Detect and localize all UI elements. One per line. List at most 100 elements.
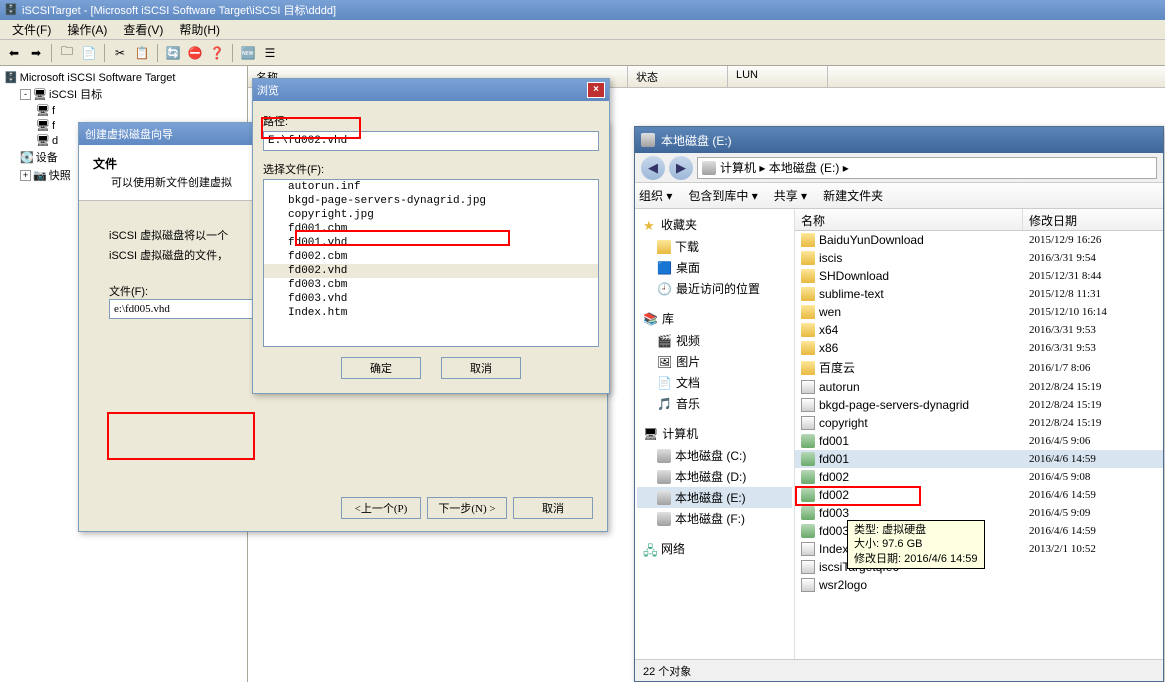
- drive-icon: [702, 161, 716, 175]
- browse-file-item[interactable]: autorun.inf: [264, 180, 598, 194]
- path-label: 路径:: [263, 113, 599, 129]
- list-icon[interactable]: ☰: [260, 43, 280, 63]
- path-input[interactable]: [263, 131, 599, 151]
- close-icon[interactable]: ×: [587, 82, 605, 98]
- nav-documents[interactable]: 📄 文档: [637, 372, 792, 393]
- nav-downloads[interactable]: 下载: [637, 236, 792, 257]
- file-row[interactable]: copyright2012/8/24 15:19: [795, 414, 1163, 432]
- nav-forward-icon[interactable]: ▶: [669, 156, 693, 180]
- col-filename[interactable]: 名称: [795, 209, 1023, 230]
- browse-dialog: 浏览 × 路径: 选择文件(F): autorun.infbkgd-page-s…: [252, 78, 610, 394]
- browse-file-item[interactable]: fd002.cbm: [264, 250, 598, 264]
- ok-button[interactable]: 确定: [341, 357, 421, 379]
- next-button[interactable]: 下一步(N) >: [427, 497, 507, 519]
- share-menu[interactable]: 共享 ▾: [774, 187, 807, 204]
- tree-target-1[interactable]: 🖥 f: [36, 103, 243, 118]
- file-row[interactable]: BaiduYunDownload2015/12/9 16:26: [795, 231, 1163, 249]
- file-row[interactable]: x642016/3/31 9:53: [795, 321, 1163, 339]
- breadcrumb: 计算机 ▸ 本地磁盘 (E:) ▸: [720, 159, 849, 176]
- nav-video[interactable]: 🎬 视频: [637, 330, 792, 351]
- nav-back-icon[interactable]: ◀: [641, 156, 665, 180]
- app-title: iSCSITarget - [Microsoft iSCSI Software …: [22, 2, 336, 18]
- explorer-files: 名称 修改日期 BaiduYunDownload2015/12/9 16:26i…: [795, 209, 1163, 659]
- nav-desktop[interactable]: 🟦 桌面: [637, 257, 792, 278]
- explorer-titlebar: 本地磁盘 (E:): [635, 127, 1163, 153]
- nav-favorites[interactable]: ★收藏夹: [637, 213, 792, 236]
- address-bar[interactable]: 计算机 ▸ 本地磁盘 (E:) ▸: [697, 157, 1157, 179]
- nav-drive-c[interactable]: 本地磁盘 (C:): [637, 445, 792, 466]
- file-list[interactable]: autorun.infbkgd-page-servers-dynagrid.jp…: [263, 179, 599, 347]
- library-menu[interactable]: 包含到库中 ▾: [688, 187, 757, 204]
- browse-file-item[interactable]: bkgd-page-servers-dynagrid.jpg: [264, 194, 598, 208]
- back-icon[interactable]: ⬅: [4, 43, 24, 63]
- explorer-window: 本地磁盘 (E:) ◀ ▶ 计算机 ▸ 本地磁盘 (E:) ▸ 组织 ▾ 包含到…: [634, 126, 1164, 682]
- stop-icon[interactable]: ⛔: [185, 43, 205, 63]
- file-row[interactable]: wen2015/12/10 16:14: [795, 303, 1163, 321]
- new-icon[interactable]: 🆕: [238, 43, 258, 63]
- file-row[interactable]: fd0022016/4/5 9:08: [795, 468, 1163, 486]
- menu-help[interactable]: 帮助(H): [171, 19, 228, 40]
- browse-titlebar: 浏览 ×: [253, 79, 609, 101]
- organize-menu[interactable]: 组织 ▾: [639, 187, 672, 204]
- nav-drive-e[interactable]: 本地磁盘 (E:): [637, 487, 792, 508]
- browse-file-item[interactable]: fd001.cbm: [264, 222, 598, 236]
- browse-title-text: 浏览: [257, 82, 279, 98]
- copy-icon[interactable]: 📋: [132, 43, 152, 63]
- cancel-button[interactable]: 取消: [513, 497, 593, 519]
- menu-action[interactable]: 操作(A): [59, 19, 115, 40]
- col-status[interactable]: 状态: [628, 66, 728, 87]
- explorer-nav: ◀ ▶ 计算机 ▸ 本地磁盘 (E:) ▸: [635, 153, 1163, 183]
- prev-button[interactable]: <上一个(P): [341, 497, 421, 519]
- props-icon[interactable]: 📄: [79, 43, 99, 63]
- new-folder-button[interactable]: 新建文件夹: [823, 187, 883, 204]
- forward-icon[interactable]: ➡: [26, 43, 46, 63]
- browse-file-item[interactable]: fd003.vhd: [264, 292, 598, 306]
- nav-recent[interactable]: 🕘 最近访问的位置: [637, 278, 792, 299]
- file-row[interactable]: fd0022016/4/6 14:59: [795, 486, 1163, 504]
- cut-icon[interactable]: ✂: [110, 43, 130, 63]
- file-row[interactable]: sublime-text2015/12/8 11:31: [795, 285, 1163, 303]
- browse-file-item[interactable]: fd003.cbm: [264, 278, 598, 292]
- file-row[interactable]: wsr2logo: [795, 576, 1163, 594]
- app-icon: 🗄️: [4, 3, 18, 17]
- browse-file-item[interactable]: copyright.jpg: [264, 208, 598, 222]
- file-row[interactable]: iscis2016/3/31 9:54: [795, 249, 1163, 267]
- tree-root[interactable]: 🗄️ Microsoft iSCSI Software Target: [4, 70, 243, 85]
- refresh-icon[interactable]: 🔄: [163, 43, 183, 63]
- toolbar: ⬅ ➡ 🗀 📄 ✂ 📋 🔄 ⛔ ❓ 🆕 ☰: [0, 40, 1165, 66]
- tree-targets[interactable]: - 🖥 iSCSI 目标: [20, 85, 243, 103]
- col-lun[interactable]: LUN: [728, 66, 828, 87]
- browse-file-item[interactable]: Index.htm: [264, 306, 598, 320]
- explorer-toolbar: 组织 ▾ 包含到库中 ▾ 共享 ▾ 新建文件夹: [635, 183, 1163, 209]
- nav-computer[interactable]: 🖥 计算机: [637, 422, 792, 445]
- nav-drive-d[interactable]: 本地磁盘 (D:): [637, 466, 792, 487]
- file-row[interactable]: bkgd-page-servers-dynagrid2012/8/24 15:1…: [795, 396, 1163, 414]
- annotation-box: [107, 412, 255, 460]
- browse-file-item[interactable]: fd001.vhd: [264, 236, 598, 250]
- select-file-label: 选择文件(F):: [263, 161, 599, 177]
- menu-view[interactable]: 查看(V): [115, 19, 171, 40]
- nav-drive-f[interactable]: 本地磁盘 (F:): [637, 508, 792, 529]
- status-bar: 22 个对象: [635, 659, 1163, 681]
- file-row[interactable]: fd0012016/4/5 9:06: [795, 432, 1163, 450]
- nav-music[interactable]: 🎵 音乐: [637, 393, 792, 414]
- nav-network[interactable]: 🖧网络: [637, 537, 792, 560]
- menubar: 文件(F) 操作(A) 查看(V) 帮助(H): [0, 20, 1165, 40]
- explorer-title: 本地磁盘 (E:): [661, 132, 732, 149]
- col-moddate[interactable]: 修改日期: [1023, 209, 1163, 230]
- browse-cancel-button[interactable]: 取消: [441, 357, 521, 379]
- file-row[interactable]: fd0012016/4/6 14:59: [795, 450, 1163, 468]
- file-row[interactable]: x862016/3/31 9:53: [795, 339, 1163, 357]
- drive-icon: [641, 133, 655, 147]
- app-titlebar: 🗄️ iSCSITarget - [Microsoft iSCSI Softwa…: [0, 0, 1165, 20]
- file-row[interactable]: 百度云2016/1/7 8:06: [795, 357, 1163, 378]
- nav-libraries[interactable]: 📚 库: [637, 307, 792, 330]
- menu-file[interactable]: 文件(F): [4, 19, 59, 40]
- file-row[interactable]: autorun2012/8/24 15:19: [795, 378, 1163, 396]
- help-icon[interactable]: ❓: [207, 43, 227, 63]
- up-icon[interactable]: 🗀: [57, 43, 77, 63]
- file-row[interactable]: SHDownload2015/12/31 8:44: [795, 267, 1163, 285]
- nav-pictures[interactable]: 🖼 图片: [637, 351, 792, 372]
- file-tooltip: 类型: 虚拟硬盘 大小: 97.6 GB 修改日期: 2016/4/6 14:5…: [847, 520, 985, 569]
- browse-file-item[interactable]: fd002.vhd: [264, 264, 598, 278]
